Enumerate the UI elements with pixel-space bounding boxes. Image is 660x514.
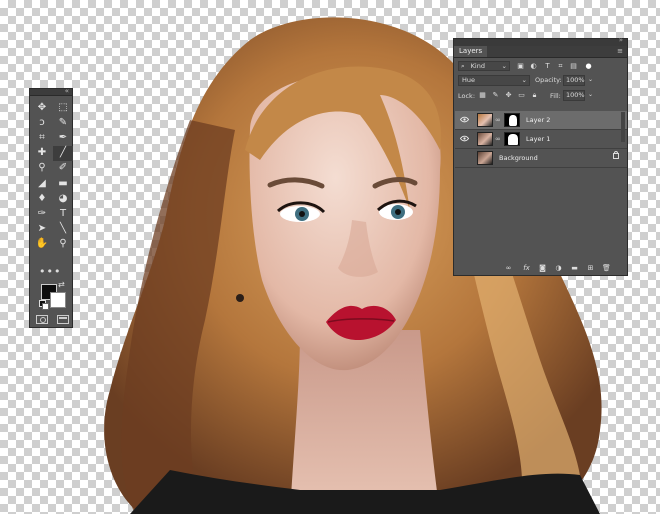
swap-colors-icon[interactable]: ⇄ bbox=[58, 280, 65, 289]
lock-icon bbox=[613, 151, 619, 159]
tools-panel-grip[interactable]: « bbox=[30, 87, 72, 96]
link-icon[interactable]: ∞ bbox=[495, 116, 501, 124]
layer-row-layer-2[interactable]: ∞ Layer 2 bbox=[455, 111, 627, 130]
layer-thumbnail[interactable] bbox=[477, 132, 493, 146]
delete-layer-icon[interactable]: 🗑︎ bbox=[602, 264, 611, 273]
eye-icon[interactable] bbox=[459, 135, 470, 142]
blend-mode-value: Hue bbox=[462, 76, 476, 84]
layer-thumbnail[interactable] bbox=[477, 113, 493, 127]
opacity-dropdown-icon[interactable]: ⌄ bbox=[588, 76, 593, 83]
screen-mode-icon[interactable] bbox=[57, 315, 69, 324]
panel-menu-icon[interactable]: ≡ bbox=[617, 47, 623, 56]
background-color-swatch[interactable] bbox=[50, 292, 66, 308]
gradient-tool-icon[interactable]: ▬ bbox=[53, 176, 73, 191]
filter-row: ⌕ Kind ⌄ ▣ ◐ T ⌗ ▤ ● bbox=[454, 58, 627, 73]
chevron-down-icon: ⌄ bbox=[501, 62, 507, 70]
smart-object-filter-icon[interactable]: ▤ bbox=[569, 62, 578, 70]
pen-tool-icon[interactable]: ✑ bbox=[31, 206, 53, 221]
chevron-down-icon: ⌄ bbox=[521, 76, 527, 84]
layer-row-background[interactable]: Background bbox=[455, 149, 627, 168]
lock-transparency-icon[interactable]: ▦ bbox=[478, 91, 487, 100]
quick-select-tool-icon[interactable]: ✎ bbox=[53, 115, 73, 130]
layer-row-layer-1[interactable]: ∞ Layer 1 bbox=[455, 130, 627, 149]
fill-dropdown-icon[interactable]: ⌄ bbox=[588, 91, 593, 98]
link-icon[interactable]: ∞ bbox=[495, 135, 501, 143]
clone-stamp-tool-icon[interactable]: ⚲ bbox=[31, 161, 53, 176]
collapse-panel-icon[interactable]: » bbox=[619, 36, 623, 44]
pixel-filter-icon[interactable]: ▣ bbox=[516, 62, 525, 70]
lock-label: Lock: bbox=[458, 92, 476, 100]
layer-mask-thumbnail[interactable] bbox=[504, 113, 520, 127]
layer-name[interactable]: Background bbox=[499, 154, 538, 162]
tools-panel: « ✥ ⬚ ↄ ✎ ⌗ ✒ ✚ ╱ ⚲ ✐ ◢ ▬ ♦ ◕ ✑ T ➤ ╲ ✋ … bbox=[29, 87, 73, 328]
new-layer-icon[interactable]: ⊞ bbox=[586, 264, 595, 273]
layer-thumbnail[interactable] bbox=[477, 151, 493, 165]
scrollbar[interactable] bbox=[621, 112, 625, 142]
default-colors-icon[interactable] bbox=[39, 300, 49, 310]
layer-name[interactable]: Layer 1 bbox=[526, 135, 550, 143]
brush-tool-icon[interactable]: ╱ bbox=[53, 145, 73, 161]
healing-brush-tool-icon[interactable]: ✚ bbox=[31, 146, 53, 161]
fill-label: Fill: bbox=[550, 92, 561, 100]
move-tool-icon[interactable]: ✥ bbox=[31, 100, 53, 115]
blend-mode-select[interactable]: Hue ⌄ bbox=[458, 75, 530, 86]
type-filter-icon[interactable]: T bbox=[543, 62, 552, 70]
history-brush-tool-icon[interactable]: ✐ bbox=[53, 161, 73, 176]
lock-image-icon[interactable]: ✎ bbox=[491, 91, 500, 100]
lock-all-icon[interactable]: 🔒︎ bbox=[530, 91, 539, 100]
tool-grid: ✥ ⬚ ↄ ✎ ⌗ ✒ ✚ ╱ ⚲ ✐ ◢ ▬ ♦ ◕ ✑ T ➤ ╲ ✋ ⚲ bbox=[30, 96, 73, 252]
opacity-field[interactable]: 100% bbox=[563, 75, 585, 86]
more-tools-icon[interactable]: ••• bbox=[39, 265, 61, 278]
hand-tool-icon[interactable]: ✋ bbox=[31, 237, 53, 252]
shape-filter-icon[interactable]: ⌗ bbox=[556, 62, 565, 70]
layer-mask-thumbnail[interactable] bbox=[504, 132, 520, 146]
layers-tab-bar: Layers ≡ bbox=[454, 46, 627, 58]
adjustment-filter-icon[interactable]: ◐ bbox=[529, 62, 538, 70]
new-group-icon[interactable]: ▬ bbox=[570, 264, 579, 273]
adjustment-layer-icon[interactable]: ◑ bbox=[554, 264, 563, 273]
lock-position-icon[interactable]: ✥ bbox=[504, 91, 513, 100]
layers-panel: » Layers ≡ ⌕ Kind ⌄ ▣ ◐ T ⌗ ▤ ● Hue ⌄ Opa… bbox=[453, 36, 628, 276]
zoom-tool-icon[interactable]: ⚲ bbox=[53, 237, 73, 252]
filter-kind-label: Kind bbox=[470, 62, 485, 70]
eye-icon[interactable] bbox=[459, 116, 470, 123]
lock-artboard-icon[interactable]: ▭ bbox=[517, 91, 526, 100]
filter-kind-select[interactable]: ⌕ Kind ⌄ bbox=[458, 61, 510, 71]
collapse-icon[interactable]: « bbox=[65, 87, 69, 95]
line-tool-icon[interactable]: ╲ bbox=[53, 222, 73, 237]
type-tool-icon[interactable]: T bbox=[53, 206, 73, 221]
lasso-tool-icon[interactable]: ↄ bbox=[31, 115, 53, 130]
fx-icon[interactable]: fx bbox=[522, 264, 531, 273]
fill-field[interactable]: 100% bbox=[563, 90, 585, 101]
add-mask-icon[interactable]: ◙ bbox=[538, 264, 547, 273]
filter-toggle-icon[interactable]: ● bbox=[584, 62, 593, 70]
layers-panel-grip[interactable]: » bbox=[454, 36, 627, 46]
marquee-tool-icon[interactable]: ⬚ bbox=[53, 100, 73, 115]
crop-tool-icon[interactable]: ⌗ bbox=[31, 130, 53, 145]
lock-row: Lock: ▦ ✎ ✥ ▭ 🔒︎ Fill: 100% ⌄ bbox=[454, 88, 627, 103]
link-layers-icon[interactable]: ∞ bbox=[504, 264, 513, 273]
eyedropper-tool-icon[interactable]: ✒ bbox=[53, 130, 73, 145]
blur-tool-icon[interactable]: ♦ bbox=[31, 191, 53, 206]
quick-mask-icon[interactable] bbox=[36, 315, 48, 324]
layers-panel-footer: ∞ fx ◙ ◑ ▬ ⊞ 🗑︎ bbox=[454, 262, 627, 275]
blend-row: Hue ⌄ Opacity: 100% ⌄ bbox=[454, 73, 627, 88]
path-select-tool-icon[interactable]: ➤ bbox=[31, 222, 53, 237]
layer-name[interactable]: Layer 2 bbox=[526, 116, 550, 124]
search-icon: ⌕ bbox=[461, 62, 465, 70]
tab-layers[interactable]: Layers bbox=[454, 46, 488, 57]
opacity-label: Opacity: bbox=[535, 76, 562, 84]
dodge-tool-icon[interactable]: ◕ bbox=[53, 191, 73, 206]
eraser-tool-icon[interactable]: ◢ bbox=[31, 176, 53, 191]
